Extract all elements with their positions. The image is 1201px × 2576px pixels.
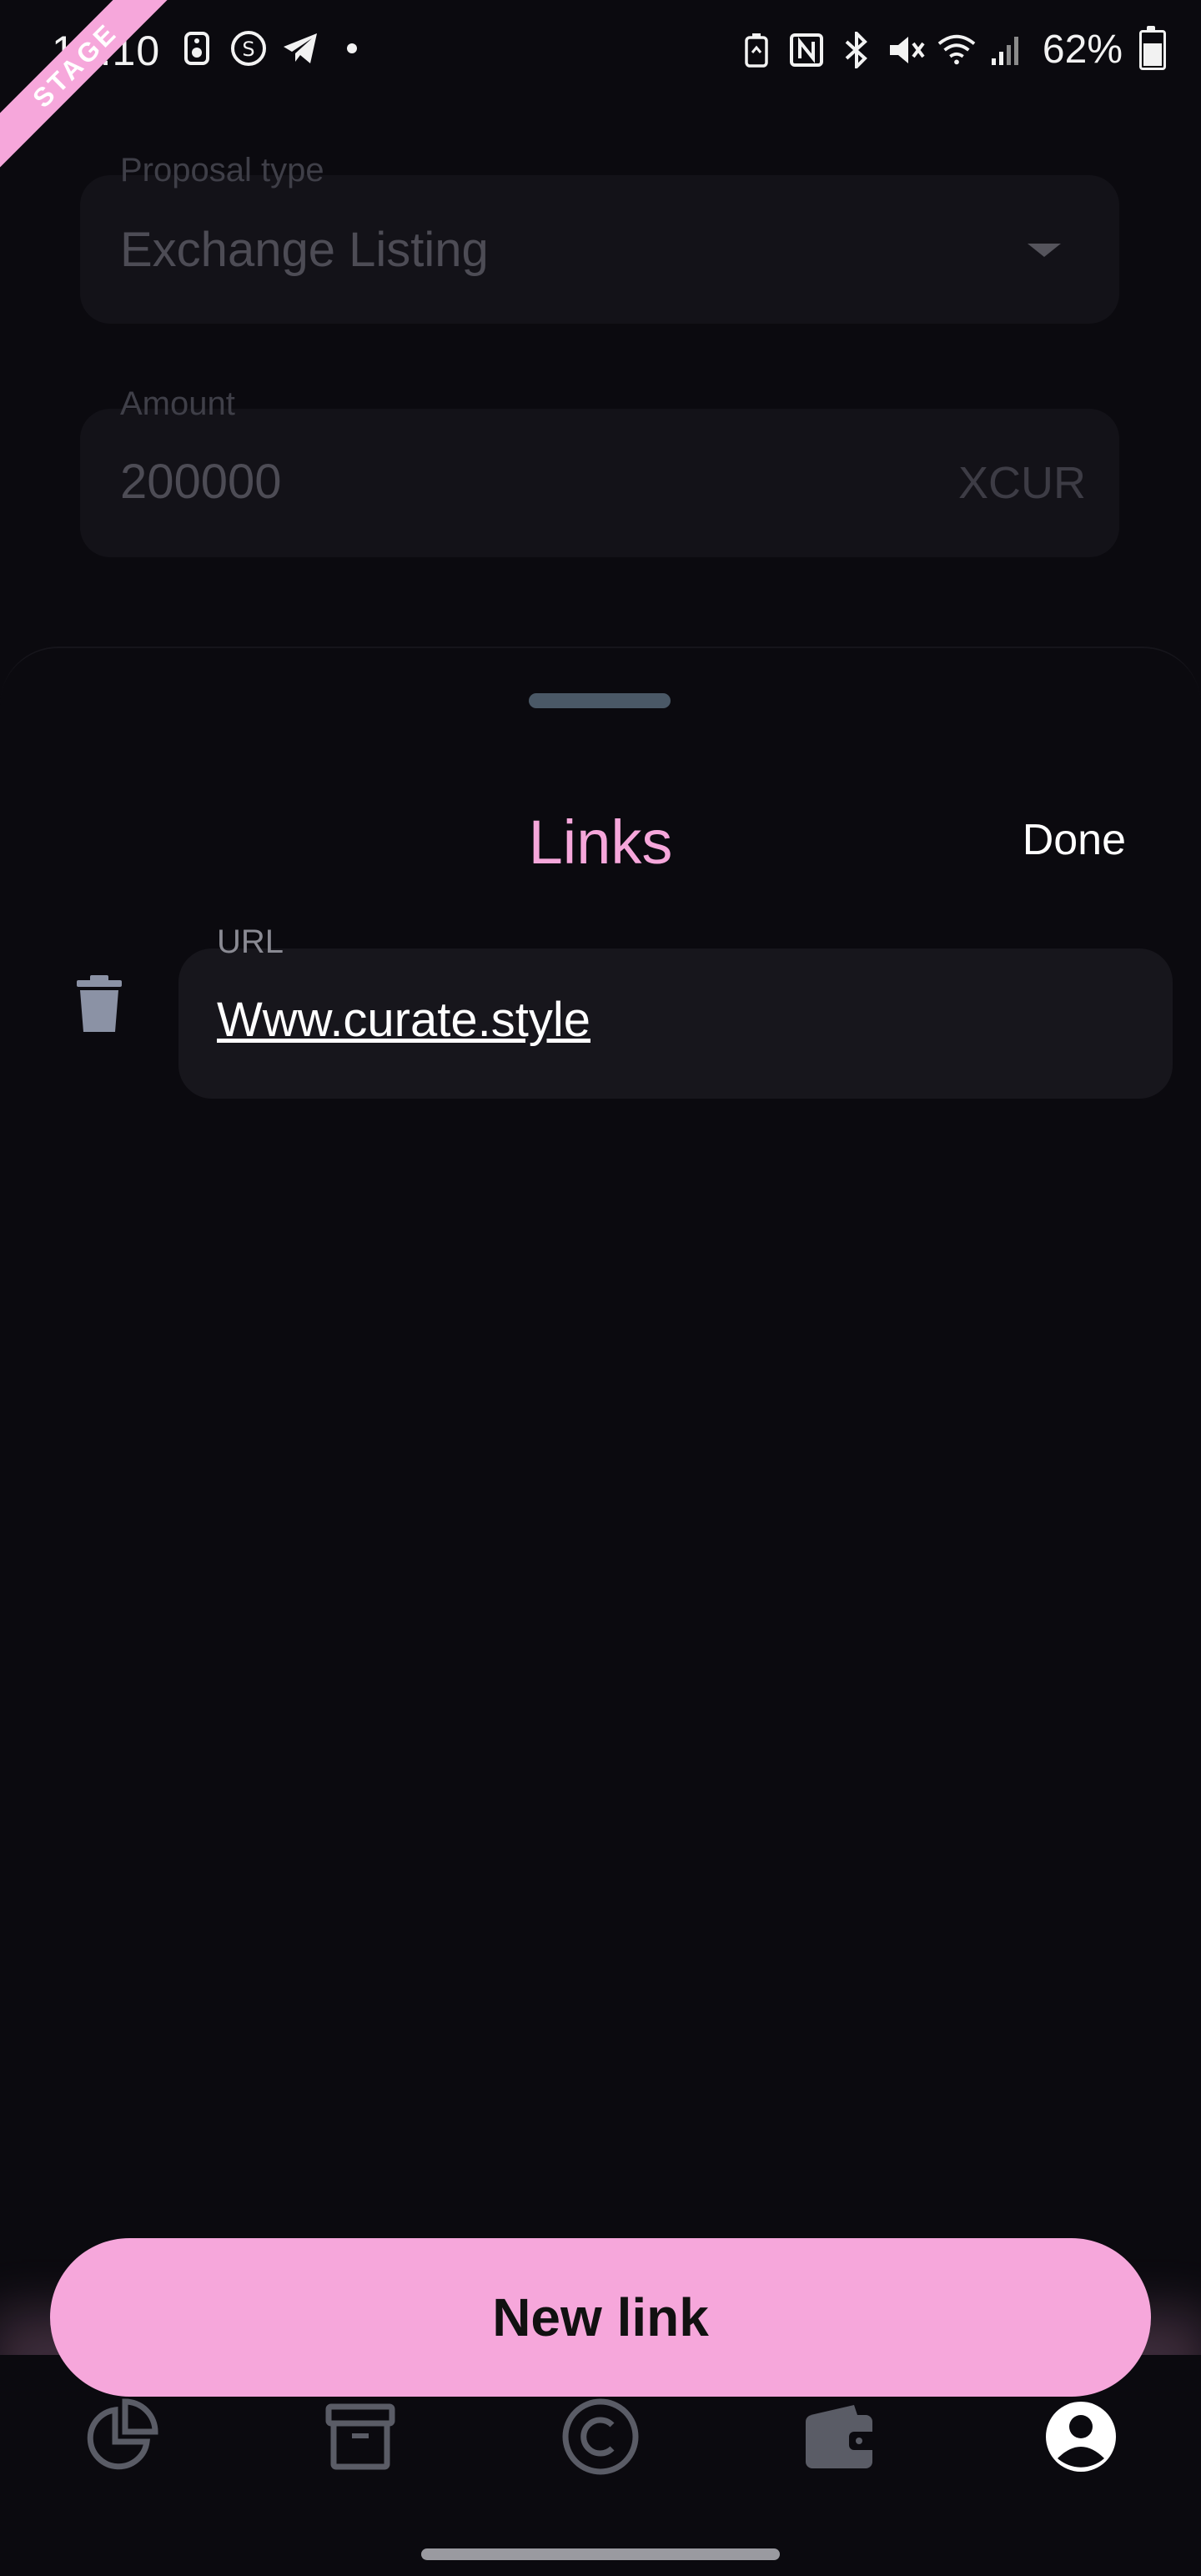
pie-chart-icon[interactable] (80, 2397, 160, 2477)
svg-text:S: S (242, 38, 254, 61)
speaker-icon (178, 30, 215, 67)
links-bottom-sheet: Links Done URL Www.curate.style (0, 647, 1201, 2358)
signal-icon (987, 29, 1026, 71)
new-link-button[interactable]: New link (50, 2238, 1151, 2397)
status-left-icons: S (178, 30, 370, 67)
battery-saver-icon (737, 29, 776, 71)
nfc-icon (787, 29, 826, 71)
done-button[interactable]: Done (1023, 815, 1126, 865)
proposal-type-value: Exchange Listing (120, 223, 489, 277)
proposal-type-label: Proposal type (120, 152, 324, 189)
drag-handle[interactable] (529, 693, 671, 708)
wifi-icon (937, 29, 976, 71)
status-right-icons: 62% (737, 25, 1166, 73)
battery-icon (1139, 25, 1166, 70)
url-value[interactable]: Www.curate.style (217, 992, 590, 1048)
archive-icon[interactable] (320, 2397, 400, 2477)
url-label: URL (217, 923, 284, 960)
dot-icon (334, 30, 370, 67)
mute-icon (887, 29, 926, 71)
home-indicator (421, 2548, 780, 2560)
sheet-title: Links (528, 808, 673, 877)
copyright-icon[interactable] (560, 2397, 641, 2477)
telegram-icon (282, 30, 319, 67)
amount-currency: XCUR (957, 458, 1086, 508)
amount-value: 200000 (120, 455, 282, 509)
chevron-down-icon (1028, 244, 1061, 257)
profile-icon[interactable] (1041, 2397, 1121, 2477)
wallet-icon[interactable] (801, 2397, 881, 2477)
trash-icon[interactable] (73, 974, 125, 1034)
s-app-icon: S (230, 30, 267, 67)
status-bar: 14:10 S 62% (0, 0, 1201, 108)
amount-label: Amount (120, 385, 235, 422)
battery-percent: 62% (1042, 28, 1123, 72)
bluetooth-icon (837, 29, 876, 71)
